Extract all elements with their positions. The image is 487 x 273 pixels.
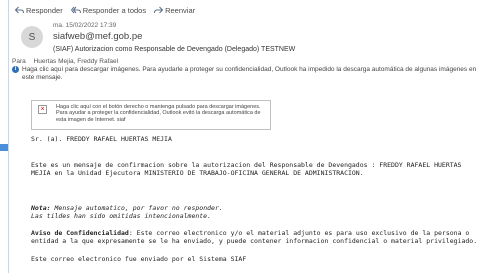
forward-label: Reenviar [165,5,196,15]
recipient-name[interactable]: Huertas Mejia, Freddy Rafael [34,58,119,65]
forward-button[interactable]: Reenviar [154,6,195,15]
sender-avatar[interactable]: S [21,26,43,48]
blocked-image-placeholder[interactable]: × Haga clic aquí con el botón derecho o … [31,100,271,130]
to-label: Para [12,58,26,65]
blocked-image-text: Haga clic aquí con el botón derecho o ma… [56,104,261,123]
recipient-row: Para Huertas Mejia, Freddy Rafael [12,58,118,65]
confidentiality-label: Aviso de Confidencialidad [31,229,129,237]
note-label: Nota: [31,204,51,212]
sender-address[interactable]: siafweb@mef.gob.pe [53,31,142,42]
reply-all-button[interactable]: Responder a todos [70,5,147,15]
reply-all-icon [70,6,81,14]
infobar-text[interactable]: Haga clic aquí para descargar imágenes. … [22,66,487,82]
forward-icon [154,6,164,14]
confirmation-paragraph: Este es un mensaje de confirmacion sobre… [31,161,462,178]
reply-label: Responder [26,5,63,15]
confidentiality-notice: Aviso de Confidencialidad: Este correo e… [31,229,481,246]
message-toolbar: Responder Responder a todos Reenviar [15,4,203,16]
message-date: ma. 15/02/2022 17:39 [53,22,117,29]
message-body: × Haga clic aquí con el botón derecho o … [9,92,487,273]
note-block: Nota: Mensaje automatico, por favor no r… [31,204,481,221]
download-images-infobar[interactable]: i Haga clic aquí para descargar imágenes… [12,66,487,81]
note-line-2: Las tildes han sido omitidas intencional… [31,212,212,221]
email-reading-pane: Responder Responder a todos Reenviar S m… [8,0,487,273]
reply-all-label: Responder a todos [82,5,147,15]
note-text: Mensaje automatico, por favor no respond… [50,204,223,212]
footer-text: Este correo electronico fue enviado por … [31,255,247,263]
blocked-image-icon: × [38,105,47,114]
message-subject: (SIAF) Autorizacion como Responsable de … [53,46,296,53]
reply-button[interactable]: Responder [15,6,63,15]
info-icon: i [12,66,19,73]
greeting: Sr. (a). FREDDY RAFAEL HUERTAS MEJIA [31,135,172,143]
reply-icon [15,6,24,14]
